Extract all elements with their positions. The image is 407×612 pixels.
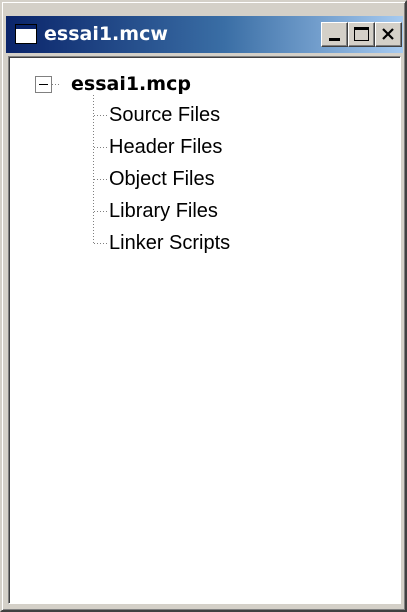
window-icon[interactable] (15, 24, 37, 44)
minimize-button[interactable] (321, 22, 348, 47)
maximize-button[interactable] (348, 22, 375, 47)
close-icon (382, 28, 394, 40)
close-button[interactable] (375, 22, 402, 47)
project-tree-pane[interactable]: essai1.mcp Source Files Header Files Obj… (8, 56, 401, 604)
tree-item-linker-scripts[interactable]: Linker Scripts (109, 231, 230, 255)
tree-root-project[interactable]: essai1.mcp (71, 72, 191, 96)
maximize-icon (354, 27, 369, 41)
tree-item-library-files[interactable]: Library Files (109, 199, 218, 223)
title-bar[interactable]: essai1.mcw (6, 16, 403, 53)
collapse-toggle-icon[interactable] (35, 76, 52, 93)
project-window: essai1.mcw essai1.mcp Source Files Heade… (0, 0, 407, 612)
tree-item-header-files[interactable]: Header Files (109, 135, 222, 159)
minimize-icon (329, 38, 340, 41)
tree-item-source-files[interactable]: Source Files (109, 103, 220, 127)
window-title: essai1.mcw (44, 23, 168, 45)
tree-item-object-files[interactable]: Object Files (109, 167, 215, 191)
